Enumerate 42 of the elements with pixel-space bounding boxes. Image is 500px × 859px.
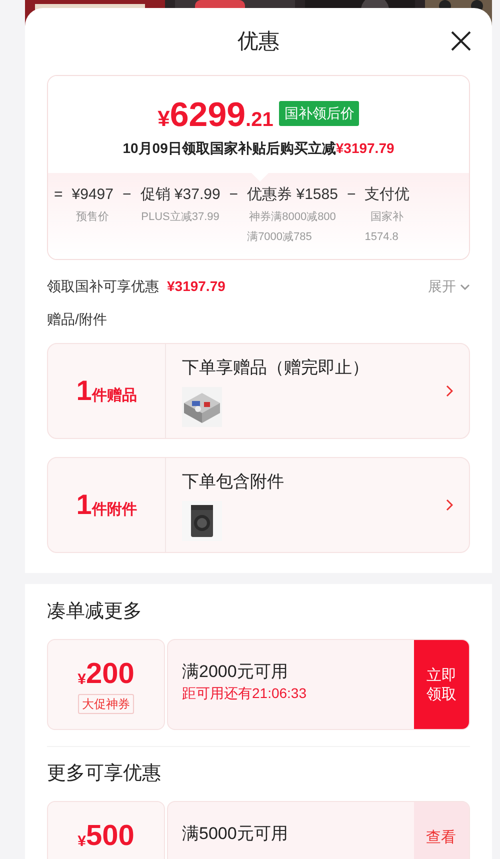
gift-title: 下单包含附件 (182, 471, 285, 494)
coupon-amount: ¥500 (78, 822, 134, 851)
operator-sign: − (122, 185, 132, 205)
section-title: 更多可享优惠 (47, 762, 162, 786)
claim-button[interactable]: 立即领取 (414, 640, 469, 729)
chevron-right-icon (446, 385, 453, 397)
gift-count: 1件附件 (76, 491, 137, 519)
breakdown-detail: 神券满8000减800 (249, 210, 336, 225)
close-button[interactable] (450, 30, 472, 52)
gift-card[interactable]: 1件附件 下单包含附件 (47, 457, 470, 553)
subsidy-note: 10月09日领取国家补贴后购买立减¥3197.79 (122, 139, 394, 158)
breakdown-value: 促销 ¥37.99 (140, 185, 220, 205)
gift-title: 下单享赠品（赠完即止） (182, 357, 370, 380)
coupon-countdown: 距可用还有21:06:33 (182, 684, 308, 703)
sheet-title: 优惠 (238, 28, 280, 55)
subsidy-label: 领取国补可享优惠 (47, 277, 159, 296)
breakdown-value: 优惠券 ¥1585 (247, 185, 338, 205)
breakdown-detail: 国家补 (370, 210, 404, 225)
operator-sign: − (346, 185, 356, 205)
details-button[interactable]: 查看 (414, 802, 469, 859)
breakdown-value: 支付优 (364, 185, 410, 205)
gift-count: 1件赠品 (76, 377, 137, 405)
coupon-tag: 大促神券 (78, 694, 134, 714)
coupon-amount: ¥200 (78, 660, 134, 689)
operator-sign: − (229, 185, 238, 205)
coupon-condition: 满2000元可用 (182, 661, 289, 683)
breakdown-value: ¥9497 (72, 185, 114, 205)
gift-card[interactable]: 1件赠品 下单享赠品（赠完即止） (47, 343, 470, 439)
breakdown-detail: 1574.8 (364, 230, 400, 244)
chevron-right-icon (446, 499, 453, 511)
breakdown-detail: 满7000减785 (247, 230, 313, 244)
section-label: 赠品/附件 (47, 310, 108, 329)
breakdown-detail: 预售价 (76, 210, 110, 225)
breakdown-detail: PLUS立减37.99 (141, 210, 220, 225)
coupon-condition: 满5000元可用 (182, 823, 289, 845)
expand-toggle[interactable]: 展开 (428, 276, 470, 297)
section-title: 凑单减更多 (47, 600, 143, 624)
chevron-down-icon (460, 284, 470, 290)
subsidy-amount: ¥3197.79 (167, 277, 226, 296)
price: ¥6299.21 (158, 98, 274, 132)
operator-sign: = (54, 185, 63, 205)
price-badge: 国补领后价 (279, 101, 360, 126)
